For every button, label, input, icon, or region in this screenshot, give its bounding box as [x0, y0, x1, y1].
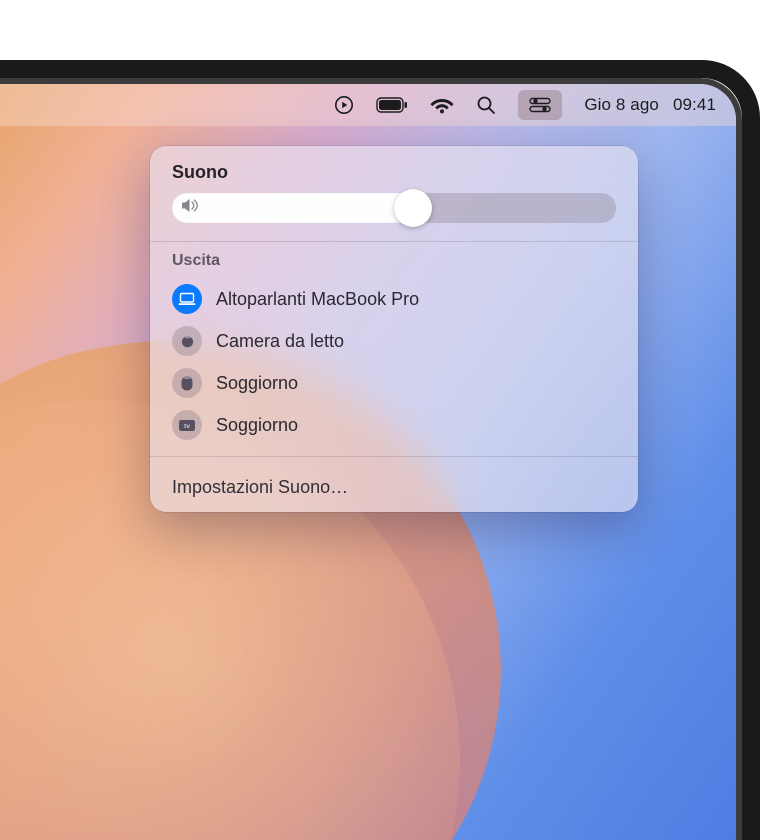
date-text: Gio 8 ago [584, 95, 659, 115]
output-item-label: Camera da letto [216, 331, 344, 352]
output-section-title: Uscita [150, 252, 638, 278]
menu-bar-clock[interactable]: Gio 8 ago 09:41 [584, 91, 716, 119]
sound-popover: Suono U [150, 146, 638, 512]
appletv-icon: tv [172, 410, 202, 440]
spotlight-icon[interactable] [476, 91, 496, 119]
output-list: Altoparlanti MacBook Pro Camera da letto [150, 278, 638, 446]
output-item-label: Soggiorno [216, 373, 298, 394]
device-bezel-outer: Gio 8 ago 09:41 Suono [0, 60, 760, 840]
sound-settings-link[interactable]: Impostazioni Suono… [150, 467, 638, 502]
volume-slider[interactable] [172, 193, 616, 223]
output-item-label: Altoparlanti MacBook Pro [216, 289, 419, 310]
volume-slider-fill [172, 193, 416, 223]
menu-bar: Gio 8 ago 09:41 [0, 84, 736, 126]
control-center-icon[interactable] [518, 90, 562, 120]
now-playing-icon[interactable] [334, 91, 354, 119]
desktop-wallpaper: Gio 8 ago 09:41 Suono [0, 84, 736, 840]
output-item-homepod[interactable]: Soggiorno [164, 362, 624, 404]
divider [150, 456, 638, 457]
output-item-laptop[interactable]: Altoparlanti MacBook Pro [164, 278, 624, 320]
output-item-homepod-mini[interactable]: Camera da letto [164, 320, 624, 362]
sound-title: Suono [150, 162, 638, 193]
output-item-label: Soggiorno [216, 415, 298, 436]
homepod-icon [172, 368, 202, 398]
wifi-icon[interactable] [430, 91, 454, 119]
output-item-appletv[interactable]: tv Soggiorno [164, 404, 624, 446]
svg-text:tv: tv [184, 423, 190, 430]
battery-icon[interactable] [376, 91, 408, 119]
speaker-icon [181, 198, 199, 219]
volume-slider-container [150, 193, 638, 237]
device-bezel-inner: Gio 8 ago 09:41 Suono [0, 78, 742, 840]
laptop-icon [172, 284, 202, 314]
divider [150, 241, 638, 242]
homepod-mini-icon [172, 326, 202, 356]
volume-slider-thumb[interactable] [394, 189, 432, 227]
time-text: 09:41 [673, 95, 716, 115]
